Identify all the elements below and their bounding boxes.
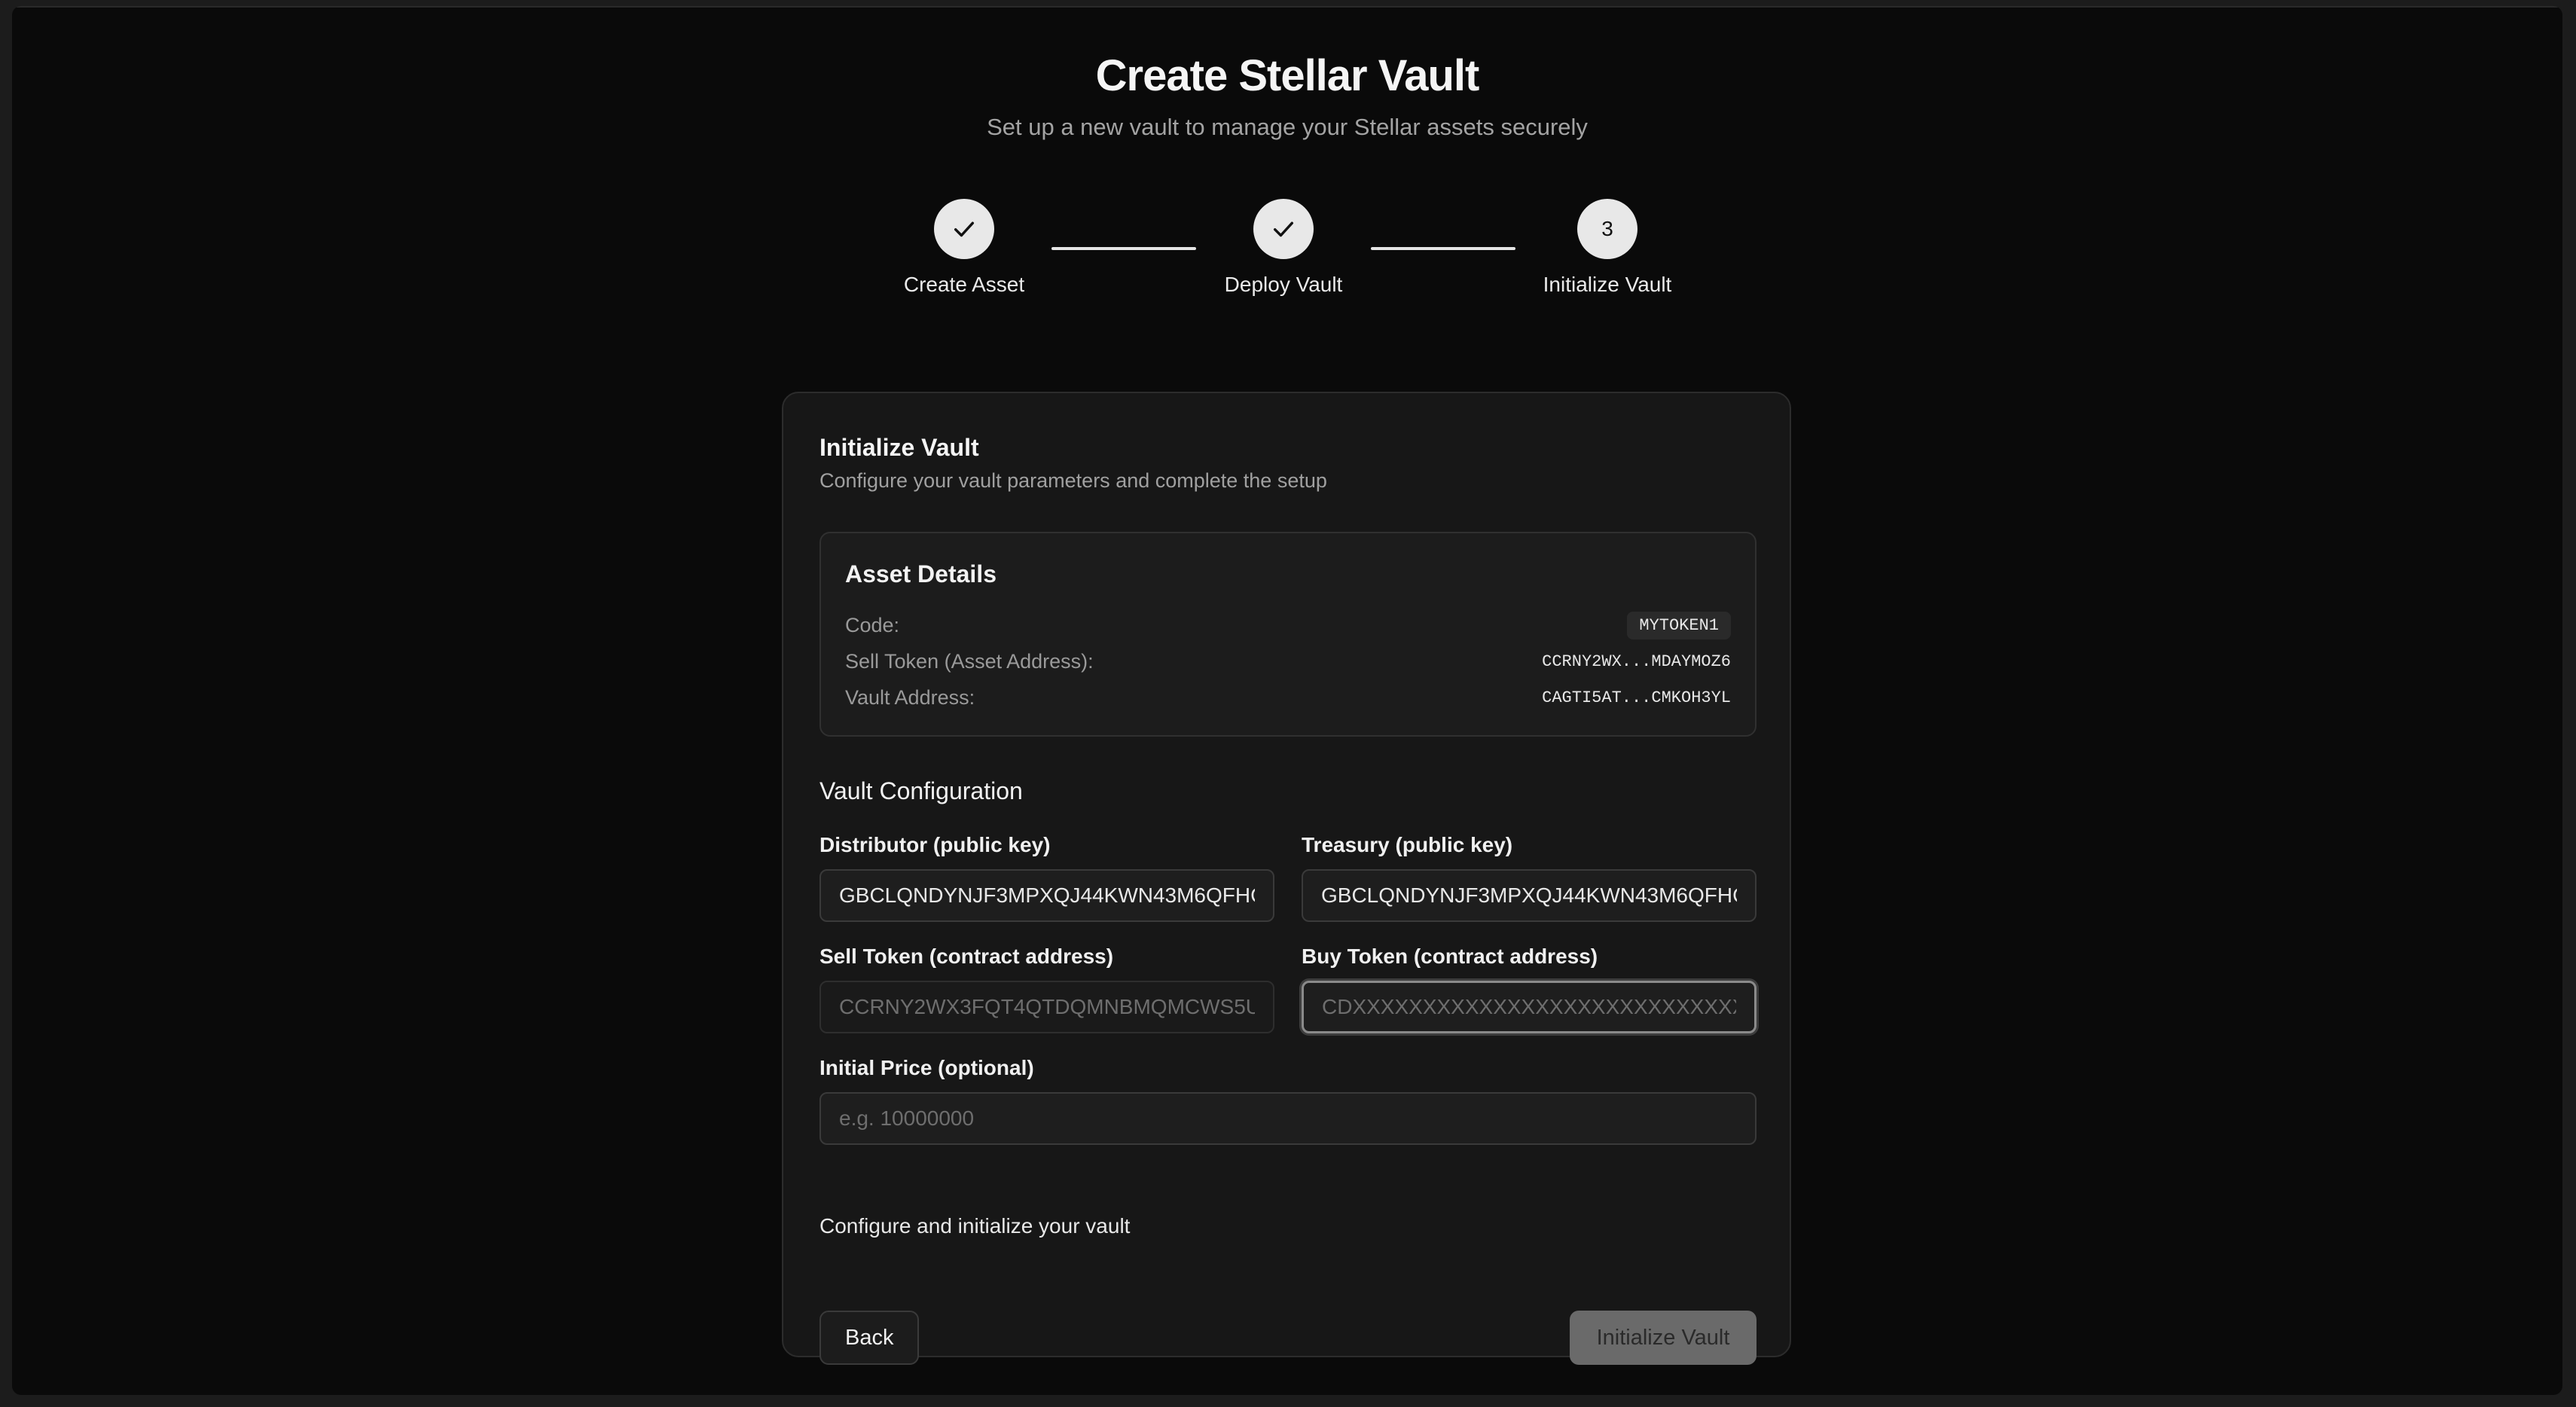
- buy-token-field: Buy Token (contract address): [1302, 943, 1757, 1033]
- step-label: Deploy Vault: [1224, 273, 1343, 296]
- step-create-asset: Create Asset: [851, 199, 1077, 298]
- treasury-label: Treasury (public key): [1302, 833, 1513, 856]
- step-complete-indicator: [934, 199, 994, 259]
- step-label: Create Asset: [903, 273, 1025, 296]
- step-label: Initialize Vault: [1543, 273, 1672, 296]
- vault-address-label: Vault Address:: [845, 685, 975, 709]
- card-description: Configure your vault parameters and comp…: [819, 469, 1327, 492]
- initial-price-label: Initial Price (optional): [819, 1056, 1034, 1079]
- back-button[interactable]: Back: [819, 1311, 920, 1365]
- buy-token-input[interactable]: [1302, 981, 1757, 1033]
- asset-code-row: Code: MYTOKEN1: [845, 610, 1731, 640]
- distributor-label: Distributor (public key): [819, 833, 1051, 856]
- app-frame: Create Stellar Vault Set up a new vault …: [12, 6, 2562, 1395]
- asset-code-value: MYTOKEN1: [1627, 611, 1731, 639]
- treasury-input[interactable]: [1302, 869, 1757, 922]
- asset-sell-token-label: Sell Token (Asset Address):: [845, 649, 1094, 673]
- status-message: Configure and initialize your vault: [819, 1214, 1131, 1238]
- card-title: Initialize Vault: [819, 434, 979, 461]
- initial-price-input[interactable]: [819, 1092, 1757, 1145]
- step-initialize-vault: 3 Initialize Vault: [1494, 199, 1720, 298]
- treasury-field: Treasury (public key): [1302, 832, 1757, 922]
- vault-address-value: CAGTI5AT...CMKOH3YL: [1542, 688, 1731, 707]
- asset-sell-token-row: Sell Token (Asset Address): CCRNY2WX...M…: [845, 646, 1731, 676]
- initial-price-field: Initial Price (optional): [819, 1054, 1757, 1145]
- asset-code-label: Code:: [845, 613, 900, 636]
- distributor-field: Distributor (public key): [819, 832, 1274, 922]
- check-icon: [954, 221, 975, 237]
- step-complete-indicator: [1253, 199, 1314, 259]
- asset-details-title: Asset Details: [845, 560, 997, 588]
- progress-stepper: Create Asset Deploy Vault 3 Initialize V…: [12, 6, 2562, 322]
- vault-address-row: Vault Address: CAGTI5AT...CMKOH3YL: [845, 682, 1731, 713]
- asset-sell-token-value: CCRNY2WX...MDAYMOZ6: [1542, 652, 1731, 671]
- asset-details-panel: Asset Details Code: MYTOKEN1 Sell Token …: [819, 532, 1757, 737]
- sell-token-label: Sell Token (contract address): [819, 945, 1114, 968]
- distributor-input[interactable]: [819, 869, 1274, 922]
- sell-token-field: Sell Token (contract address): [819, 943, 1274, 1033]
- vault-configuration-title: Vault Configuration: [819, 777, 1023, 804]
- buy-token-label: Buy Token (contract address): [1302, 945, 1598, 968]
- initialize-vault-button[interactable]: Initialize Vault: [1570, 1311, 1757, 1365]
- check-icon: [1273, 221, 1294, 237]
- step-deploy-vault: Deploy Vault: [1170, 199, 1396, 298]
- step-number: 3: [1577, 199, 1637, 259]
- sell-token-input: [819, 981, 1274, 1033]
- initialize-vault-card: Initialize Vault Configure your vault pa…: [782, 392, 1791, 1365]
